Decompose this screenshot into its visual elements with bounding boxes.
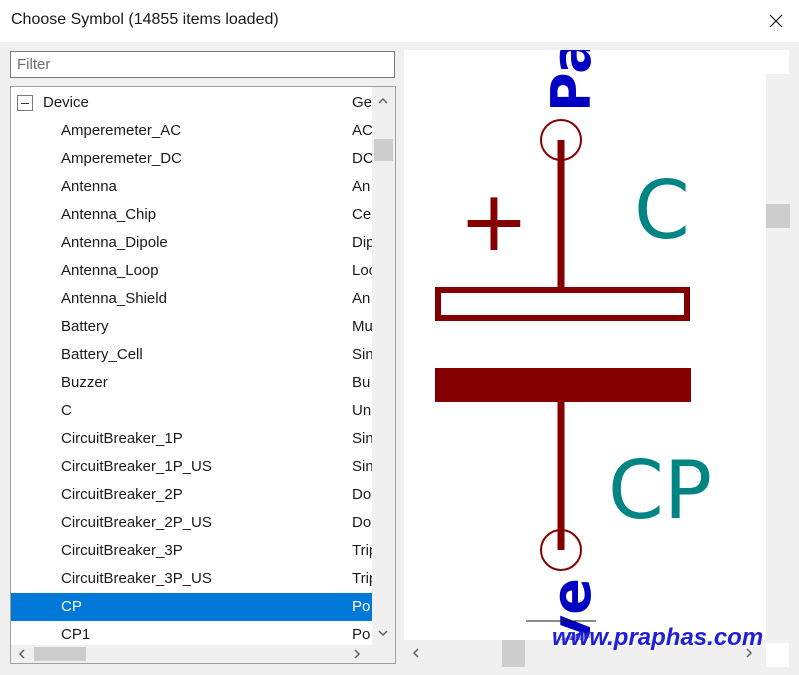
tree-item-desc: An [352, 290, 371, 307]
collapse-icon[interactable] [17, 95, 33, 111]
tree-item[interactable]: Antenna_Dipole Dip [11, 229, 372, 257]
tree-item-desc: Trip [352, 542, 372, 559]
tree-item-name: CircuitBreaker_1P [61, 430, 183, 447]
tree-item-desc: Sin [352, 346, 372, 363]
window-title: Choose Symbol (14855 items loaded) [11, 11, 279, 28]
tree-item-name: Antenna_Loop [61, 262, 159, 279]
tree-item-name: CircuitBreaker_3P_US [61, 570, 212, 587]
filter-input[interactable] [10, 51, 395, 78]
tree-item-name: CP1 [61, 626, 91, 643]
plus-sign: + [459, 172, 529, 270]
tree-item-name: CircuitBreaker_2P [61, 486, 183, 503]
tree-item-name: Antenna_Dipole [61, 234, 168, 251]
tree-item[interactable]: Amperemeter_AC AC [11, 117, 372, 145]
tree-item-name: CircuitBreaker_2P_US [61, 514, 212, 531]
tree-item[interactable]: CircuitBreaker_2P_US Do [11, 509, 372, 537]
tree-item[interactable]: CircuitBreaker_3P_US Trip [11, 565, 372, 593]
tree-item-name: Antenna [61, 178, 117, 195]
watermark: www.praphas.com [552, 624, 764, 651]
tree-item-desc: Ce [352, 206, 372, 223]
tree-item-name: Antenna_Chip [61, 206, 157, 223]
tree-item-name: Amperemeter_AC [61, 122, 182, 139]
tree-item[interactable]: Antenna An [11, 173, 372, 201]
tree-item-desc: Po [352, 598, 371, 615]
tree-horizontal-scroll-thumb[interactable] [34, 647, 86, 661]
tree-item-name: Buzzer [61, 374, 108, 391]
tree-item[interactable]: CP Po [11, 593, 372, 621]
tree-item-desc: AC [352, 122, 372, 139]
tree-item[interactable]: Antenna_Chip Ce [11, 201, 372, 229]
tree-item[interactable]: Antenna_Loop Loo [11, 257, 372, 285]
tree-item-desc: Po [352, 626, 371, 643]
preview-horizontal-scroll-thumb[interactable] [502, 640, 525, 667]
tree-item-name: Antenna_Shield [61, 290, 167, 307]
tree-group-desc: Ge [352, 94, 372, 111]
tree-group-device[interactable]: Device Ge [11, 89, 372, 117]
tree-item[interactable]: CircuitBreaker_1P Sin [11, 425, 372, 453]
close-icon [769, 14, 783, 28]
tree-item[interactable]: Buzzer Bu [11, 369, 372, 397]
close-button[interactable] [753, 0, 799, 42]
tree-item-name: CP [61, 598, 82, 615]
preview-vertical-scroll-thumb[interactable] [766, 204, 790, 228]
tree-item-desc: Sin [352, 458, 372, 475]
tree-group-label: Device [43, 94, 89, 111]
scroll-down-icon[interactable] [378, 627, 388, 639]
symbol-preview-canvas: Pa + C CP ve [435, 50, 712, 640]
tree-item[interactable]: CircuitBreaker_3P Trip [11, 537, 372, 565]
preview-vertical-scrollbar[interactable] [766, 74, 790, 643]
scroll-up-icon[interactable] [378, 94, 388, 106]
tree-item-desc: Loo [352, 262, 372, 279]
tree-vertical-scrollbar[interactable] [372, 87, 395, 645]
tree-item-name: CircuitBreaker_1P_US [61, 458, 212, 475]
tree-item-desc: Dip [352, 234, 372, 251]
tree-item-desc: Do [352, 514, 372, 531]
tree-item-desc: Do [352, 486, 372, 503]
title-bar: Choose Symbol (14855 items loaded) [0, 0, 799, 42]
tree-item-desc: Trip [352, 570, 372, 587]
tree-item-desc: Sin [352, 430, 372, 447]
tree-item[interactable]: Battery Mu [11, 313, 372, 341]
scroll-corner [372, 645, 395, 663]
tree-item[interactable]: C Un [11, 397, 372, 425]
tree-item[interactable]: CircuitBreaker_2P Do [11, 481, 372, 509]
preview-scroll-left-icon[interactable] [412, 648, 419, 660]
tree-item-name: Battery [61, 318, 109, 335]
tree-item[interactable]: CircuitBreaker_1P_US Sin [11, 453, 372, 481]
tree-item[interactable]: Battery_Cell Sin [11, 341, 372, 369]
tree-item[interactable]: Antenna_Shield An [11, 285, 372, 313]
scroll-right-icon[interactable] [354, 649, 361, 661]
tree-item-desc: An [352, 178, 371, 195]
capacitor-plate-positive [435, 287, 690, 321]
tree-item-desc: Bu [352, 374, 371, 391]
symbol-preview: Pa + C CP ve [404, 50, 790, 667]
tree-item-desc: DC [352, 150, 372, 167]
tree-item-name: CircuitBreaker_3P [61, 542, 183, 559]
scroll-left-icon[interactable] [18, 649, 25, 661]
tree-vertical-scroll-thumb[interactable] [374, 139, 393, 161]
reference-label: C [634, 164, 690, 257]
tree-item-desc: Mu [352, 318, 372, 335]
symbol-tree[interactable]: Device Ge Amperemeter_AC AC Amperemeter_DC… [10, 86, 396, 664]
tree-item[interactable]: Amperemeter_DC DC [11, 145, 372, 173]
capacitor-plate-negative [435, 368, 691, 402]
tree-item-desc: Un [352, 402, 372, 419]
preview-top-field: Pa [540, 50, 603, 112]
tree-item-name: C [61, 402, 72, 419]
value-label: CP [608, 444, 712, 537]
tree-horizontal-scrollbar[interactable] [11, 645, 372, 663]
tree-item-name: Amperemeter_DC [61, 150, 182, 167]
tree-item-name: Battery_Cell [61, 346, 143, 363]
